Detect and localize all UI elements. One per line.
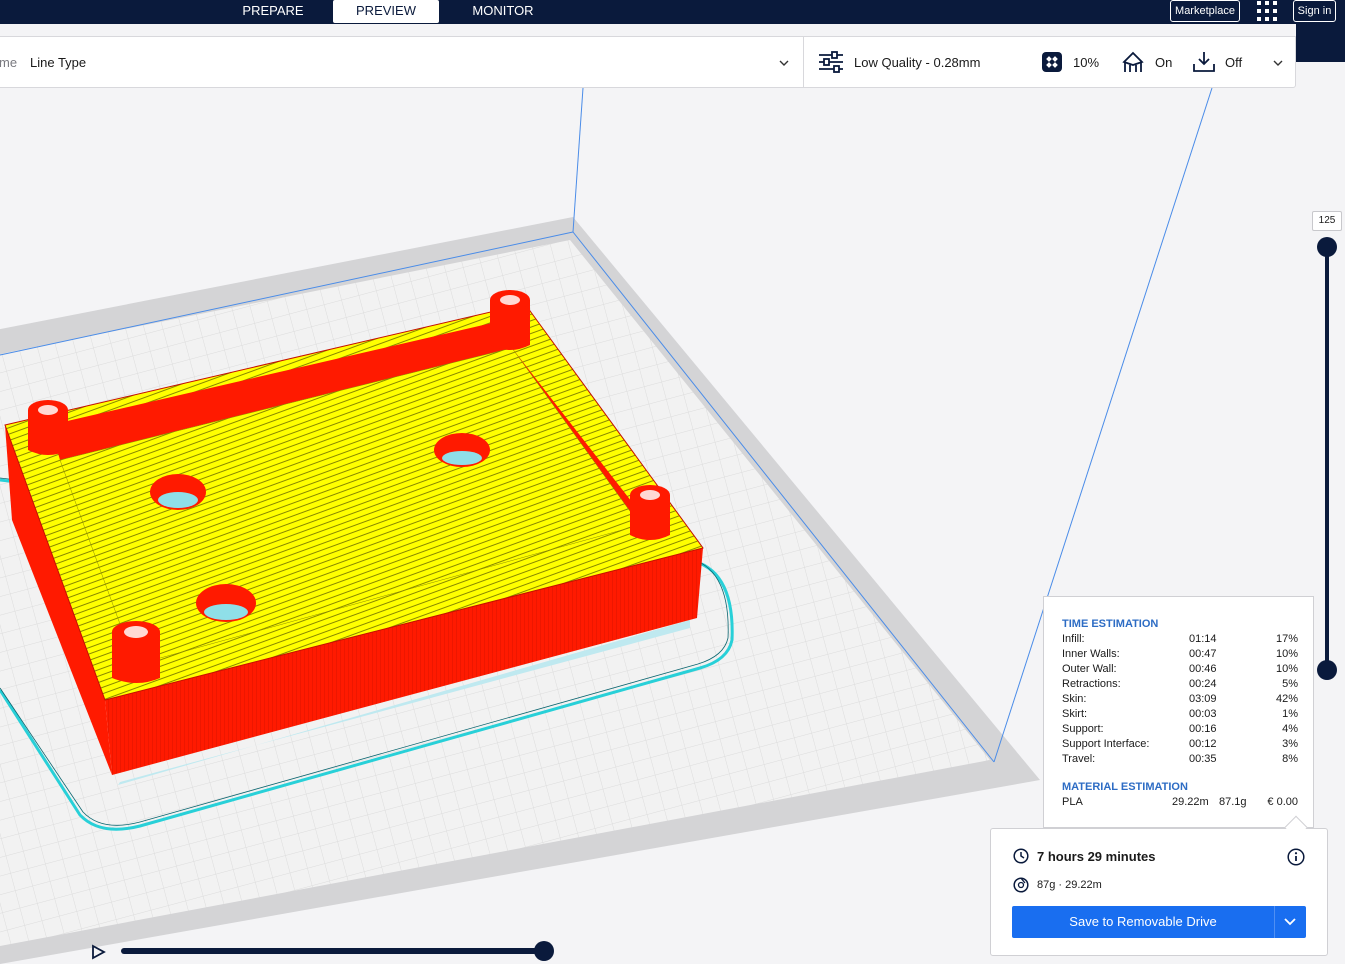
- time-estimate-row: Support: 00:16 4%: [1062, 723, 1298, 735]
- tab-monitor[interactable]: MONITOR: [458, 0, 548, 23]
- stage-header: [0, 0, 1345, 24]
- header-extension: [1296, 24, 1345, 62]
- print-time-summary: 7 hours 29 minutes: [1013, 848, 1155, 864]
- infill-icon: [1042, 52, 1062, 72]
- save-to-removable-drive-button[interactable]: Save to Removable Drive: [1012, 906, 1306, 938]
- view-type-label: me: [0, 55, 18, 70]
- path-slider-handle[interactable]: [534, 941, 554, 961]
- layer-slider-bottom-handle[interactable]: [1317, 660, 1337, 680]
- support-setting[interactable]: On: [1121, 49, 1172, 75]
- corner-post: [28, 400, 68, 455]
- sliders-icon: [819, 51, 843, 73]
- tab-preview[interactable]: PREVIEW: [333, 0, 439, 23]
- quality-profile-label: Low Quality - 0.28mm: [854, 54, 981, 70]
- corner-post: [112, 621, 160, 683]
- info-icon[interactable]: [1287, 848, 1305, 866]
- layer-slider-top-handle[interactable]: [1317, 237, 1337, 257]
- tab-prepare[interactable]: PREPARE: [229, 0, 317, 23]
- material-summary: 87g · 29.22m: [1013, 877, 1102, 893]
- support-value: On: [1155, 54, 1173, 70]
- toolbar-divider: [803, 37, 804, 87]
- time-estimate-row: Travel: 00:35 8%: [1062, 753, 1298, 765]
- clock-icon: [1013, 848, 1029, 864]
- time-estimate-row: Outer Wall: 00:46 10%: [1062, 663, 1298, 675]
- infill-value: 10%: [1073, 54, 1100, 70]
- corner-post: [630, 485, 670, 540]
- corner-post: [490, 290, 530, 350]
- build-volume-edge: [572, 88, 584, 233]
- time-estimate-row: Infill: 01:14 17%: [1062, 633, 1298, 645]
- spool-icon: [1013, 877, 1029, 893]
- button-divider: [1274, 906, 1275, 938]
- view-settings-toolbar: me Line Type Low Quality - 0.28mm 10% On…: [0, 36, 1296, 88]
- adhesion-icon: [1193, 52, 1215, 72]
- marketplace-button[interactable]: Marketplace: [1170, 0, 1240, 22]
- time-estimate-row: Support Interface: 00:12 3%: [1062, 738, 1298, 750]
- support-icon: [1122, 51, 1144, 72]
- time-estimate-row: Skin: 03:09 42%: [1062, 693, 1298, 705]
- time-estimate-row: Retractions: 00:24 5%: [1062, 678, 1298, 690]
- chevron-down-icon[interactable]: [1272, 57, 1284, 69]
- chevron-down-icon[interactable]: [1283, 916, 1297, 928]
- play-icon[interactable]: [90, 944, 106, 960]
- apps-grid-icon[interactable]: [1256, 0, 1278, 22]
- time-estimate-row: Skirt: 00:03 1%: [1062, 708, 1298, 720]
- sign-in-button[interactable]: Sign in: [1293, 0, 1336, 22]
- chevron-down-icon[interactable]: [778, 57, 790, 69]
- adhesion-value: Off: [1225, 54, 1243, 70]
- mount-hole: [434, 433, 490, 467]
- print-information-popup: TIME ESTIMATION Infill: 01:14 17% Inner …: [1043, 596, 1314, 828]
- mount-hole: [150, 474, 206, 510]
- material-estimate-row: PLA 29.22m 87.1g € 0.00: [1062, 796, 1298, 808]
- time-estimation-title: TIME ESTIMATION: [1062, 618, 1159, 630]
- path-slider-track[interactable]: [121, 948, 544, 954]
- material-estimation-title: MATERIAL ESTIMATION: [1062, 781, 1188, 793]
- output-action-panel: 7 hours 29 minutes 87g · 29.22m Save to …: [990, 828, 1328, 956]
- current-layer-badge[interactable]: 125: [1312, 211, 1342, 231]
- time-estimate-row: Inner Walls: 00:47 10%: [1062, 648, 1298, 660]
- infill-setting[interactable]: 10%: [1041, 49, 1099, 75]
- print-settings-button[interactable]: Low Quality - 0.28mm: [818, 49, 980, 75]
- layer-slider-track[interactable]: [1325, 247, 1329, 670]
- view-type-dropdown[interactable]: Line Type: [30, 55, 86, 70]
- adhesion-setting[interactable]: Off: [1193, 49, 1242, 75]
- mount-hole: [196, 584, 256, 622]
